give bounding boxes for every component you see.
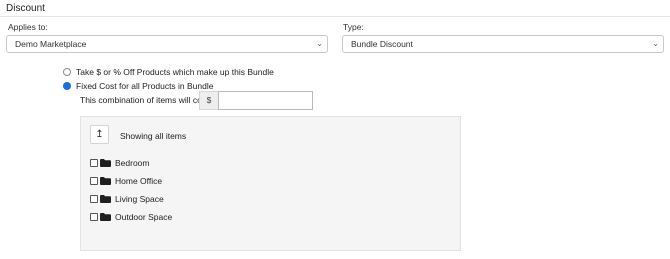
applies-to-value: Demo Marketplace — [15, 39, 87, 49]
tree-item-living-space[interactable]: Living Space — [90, 193, 164, 204]
tree-item-outdoor-space[interactable]: Outdoor Space — [90, 211, 172, 222]
radio-label: Fixed Cost for all Products in Bundle — [76, 81, 214, 91]
section-title: Discount — [6, 3, 45, 14]
type-value: Bundle Discount — [351, 39, 413, 49]
radio-button-selected[interactable] — [63, 82, 71, 90]
tree-item-bedroom[interactable]: Bedroom — [90, 157, 150, 168]
item-checkbox[interactable] — [90, 194, 98, 203]
radio-button[interactable] — [63, 68, 71, 76]
browser-status: Showing all items — [120, 131, 187, 141]
currency-addon: $ — [199, 91, 218, 110]
radio-fixed-cost[interactable]: Fixed Cost for all Products in Bundle — [63, 80, 213, 92]
item-checkbox[interactable] — [90, 212, 98, 221]
cost-input[interactable] — [218, 91, 313, 110]
folder-icon — [100, 194, 111, 203]
chevron-down-icon: ⌄ — [316, 39, 323, 48]
folder-icon — [100, 176, 111, 185]
folder-icon — [100, 212, 111, 221]
section-divider — [0, 16, 670, 17]
cost-label: This combination of items will cost — [80, 95, 209, 105]
item-checkbox[interactable] — [90, 158, 98, 167]
tree-item-label: Home Office — [115, 175, 163, 186]
type-select[interactable]: Bundle Discount ⌄ — [342, 35, 664, 53]
tree-item-label: Outdoor Space — [115, 211, 173, 222]
radio-percent-off[interactable]: Take $ or % Off Products which make up t… — [63, 66, 274, 78]
folder-icon — [100, 158, 111, 167]
tree-item-label: Bedroom — [115, 157, 150, 168]
applies-to-select[interactable]: Demo Marketplace ⌄ — [6, 35, 328, 53]
up-level-button[interactable]: ↥ — [90, 125, 109, 144]
type-label: Type: — [343, 22, 364, 32]
item-browser-panel: ↥ Showing all items Bedroom Home Office … — [80, 116, 461, 251]
applies-to-label: Applies to: — [8, 22, 48, 32]
tree-item-home-office[interactable]: Home Office — [90, 175, 162, 186]
item-checkbox[interactable] — [90, 176, 98, 185]
arrow-up-icon: ↥ — [95, 129, 104, 140]
chevron-down-icon: ⌄ — [652, 39, 659, 48]
radio-label: Take $ or % Off Products which make up t… — [76, 67, 274, 77]
tree-item-label: Living Space — [115, 193, 164, 204]
